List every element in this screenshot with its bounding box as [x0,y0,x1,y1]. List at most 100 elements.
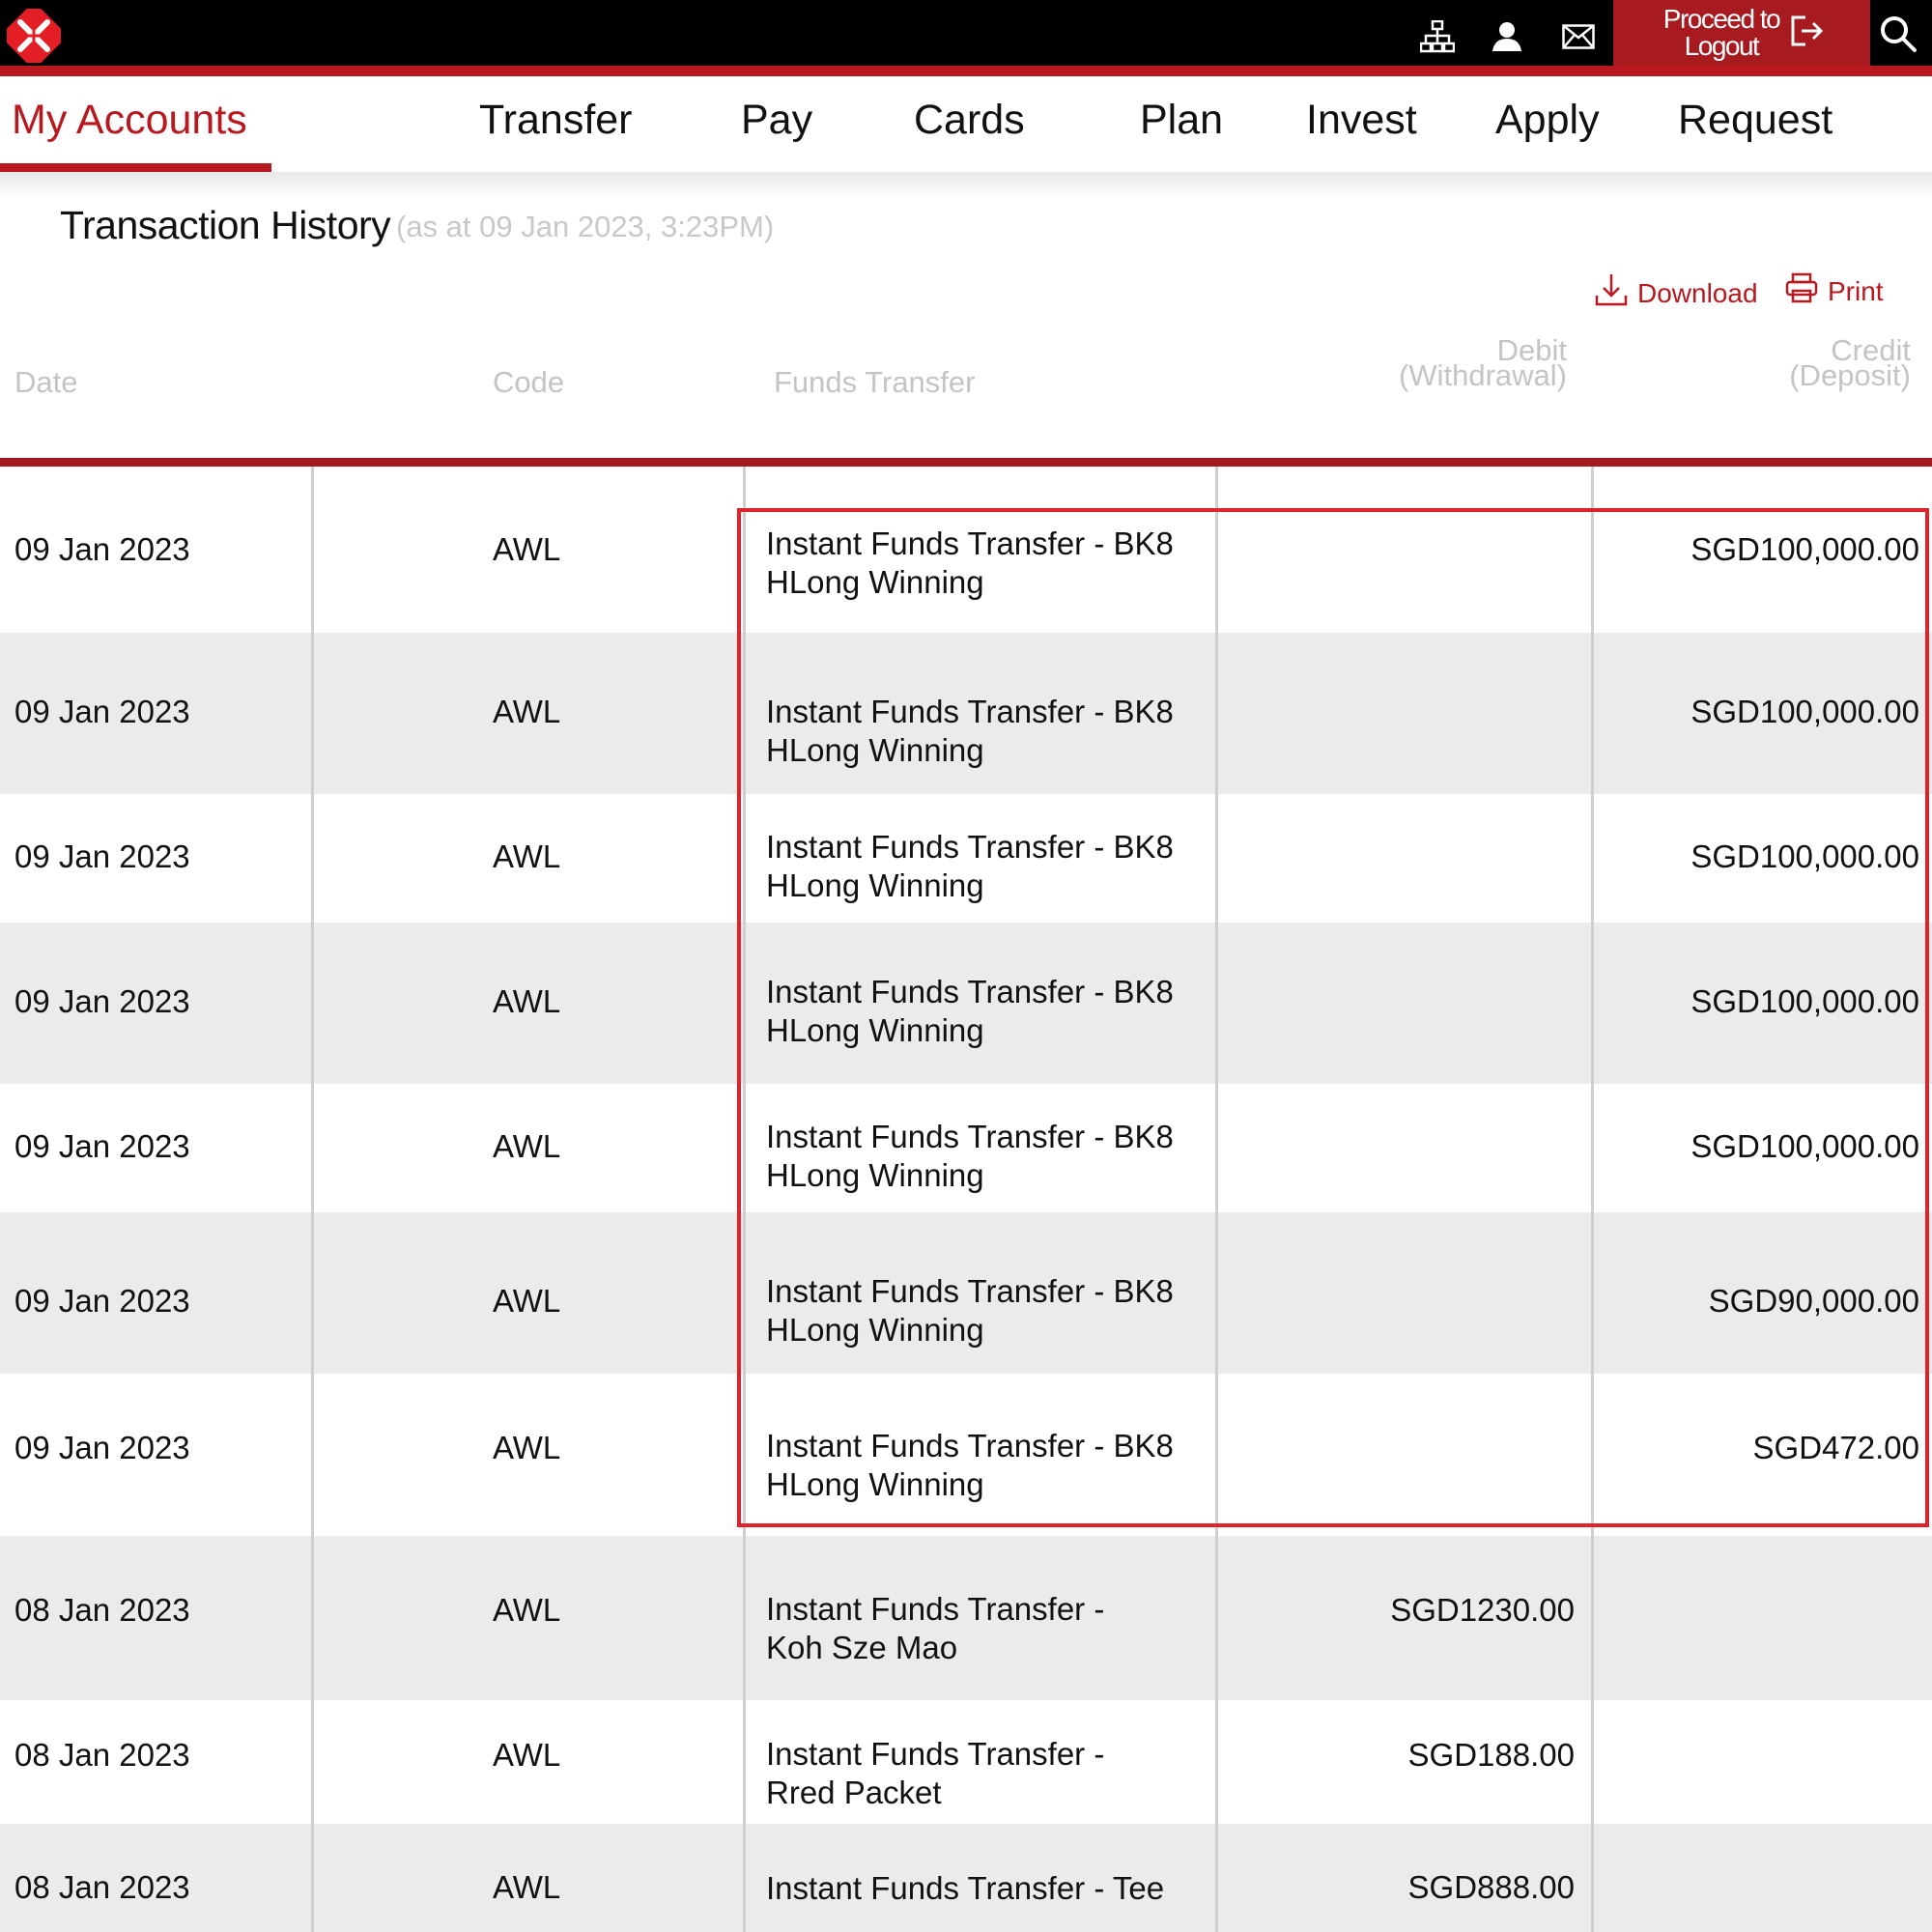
description-cell: Instant Funds Transfer - BK8 HLong Winnin… [766,1118,1174,1195]
column-divider [1215,467,1218,1932]
code-cell: AWL [493,1869,561,1905]
date-cell: 09 Jan 2023 [14,1430,190,1465]
bank-logo[interactable] [0,1,69,71]
column-divider [311,467,314,1932]
print-label: Print [1828,275,1884,306]
debit-cell: SGD188.00 [1407,1737,1575,1773]
logout-button[interactable]: Proceed to Logout [1613,0,1870,66]
debit-cell: SGD888.00 [1407,1869,1575,1905]
nav-transfer[interactable]: Transfer [479,97,633,144]
header-date[interactable]: Date [14,367,77,397]
description-cell: Instant Funds Transfer - BK8 HLong Winnin… [766,1272,1174,1350]
nav-cards[interactable]: Cards [914,97,1025,144]
date-cell: 09 Jan 2023 [14,983,190,1019]
header-credit[interactable]: Credit (Deposit) [1789,335,1911,390]
download-icon [1595,272,1628,314]
code-cell: AWL [493,1737,561,1773]
top-divider [0,66,1932,76]
description-line: HLong Winning [766,732,984,768]
credit-cell: SGD100,000.00 [1690,694,1919,729]
column-divider [1591,467,1594,1932]
description-line: Instant Funds Transfer - [766,1736,1105,1772]
debit-cell: SGD1230.00 [1390,1592,1575,1628]
description-line: Instant Funds Transfer - BK8 [766,1119,1174,1154]
code-cell: AWL [493,1592,561,1628]
nav-pay[interactable]: Pay [741,97,812,144]
nav-request[interactable]: Request [1678,97,1833,144]
page-timestamp: (as at 09 Jan 2023, 3:23PM) [396,210,775,243]
description-line: HLong Winning [766,1012,984,1048]
description-line: HLong Winning [766,1312,984,1348]
credit-cell: SGD472.00 [1752,1430,1919,1465]
date-cell: 09 Jan 2023 [14,1283,190,1319]
code-cell: AWL [493,838,561,874]
description-line: Instant Funds Transfer - BK8 [766,1428,1174,1463]
header-description[interactable]: Funds Transfer [774,367,975,397]
code-cell: AWL [493,694,561,729]
code-cell: AWL [493,1283,561,1319]
table-row[interactable]: 09 Jan 2023 AWL Instant Funds Transfer - B… [0,923,1932,1084]
description-line: Instant Funds Transfer - [766,1591,1105,1627]
nav-invest[interactable]: Invest [1306,97,1417,144]
credit-cell: SGD100,000.00 [1690,1128,1919,1164]
print-button[interactable]: Print [1785,272,1884,310]
table-row[interactable]: 09 Jan 2023 AWL Instant Funds Transfer - B… [0,794,1932,923]
search-button[interactable] [1874,12,1922,60]
date-cell: 08 Jan 2023 [14,1737,190,1773]
page-title: Transaction History [60,203,391,247]
header-code[interactable]: Code [493,367,564,397]
credit-cell: SGD100,000.00 [1690,983,1919,1019]
date-cell: 09 Jan 2023 [14,694,190,729]
description-line: Instant Funds Transfer - BK8 [766,526,1174,561]
credit-cell: SGD100,000.00 [1690,838,1919,874]
description-line: Koh Sze Mao [766,1630,958,1665]
logout-label: Proceed to Logout [1662,4,1781,61]
code-cell: AWL [493,983,561,1019]
description-cell: Instant Funds Transfer - Tee [766,1869,1164,1908]
description-line: Instant Funds Transfer - BK8 [766,974,1174,1009]
table-row[interactable]: 09 Jan 2023 AWL Instant Funds Transfer - B… [0,467,1932,633]
mail-icon[interactable] [1559,17,1598,56]
description-line: Instant Funds Transfer - BK8 [766,829,1174,865]
nav-apply[interactable]: Apply [1495,97,1600,144]
description-line: Rred Packet [766,1775,942,1810]
sitemap-icon[interactable] [1418,17,1457,56]
description-cell: Instant Funds Transfer - BK8 HLong Winnin… [766,828,1174,905]
description-cell: Instant Funds Transfer - BK8 HLong Winnin… [766,973,1174,1050]
print-icon [1785,272,1818,310]
logout-icon [1790,14,1825,52]
credit-cell: SGD90,000.00 [1708,1283,1919,1319]
table-row[interactable]: 09 Jan 2023 AWL Instant Funds Transfer - B… [0,633,1932,794]
table-row[interactable]: 08 Jan 2023 AWL Instant Funds Transfer - T… [0,1824,1932,1932]
table-row[interactable]: 08 Jan 2023 AWL Instant Funds Transfer - Rr… [0,1700,1932,1824]
description-line: Instant Funds Transfer - Tee [766,1870,1165,1906]
table-row[interactable]: 08 Jan 2023 AWL Instant Funds Transfer - Ko… [0,1536,1932,1700]
date-cell: 09 Jan 2023 [14,531,190,567]
header-divider [0,458,1932,467]
header-debit[interactable]: Debit (Withdrawal) [1399,335,1567,390]
description-line: HLong Winning [766,564,984,600]
download-button[interactable]: Download [1595,272,1758,314]
description-line: HLong Winning [766,1466,984,1502]
table-row[interactable]: 09 Jan 2023 AWL Instant Funds Transfer - B… [0,1084,1932,1212]
description-line: HLong Winning [766,867,984,903]
date-cell: 08 Jan 2023 [14,1592,190,1628]
nav-my-accounts[interactable]: My Accounts [12,97,247,144]
code-cell: AWL [493,531,561,567]
active-tab-indicator [0,163,271,172]
date-cell: 09 Jan 2023 [14,1128,190,1164]
table-row[interactable]: 09 Jan 2023 AWL Instant Funds Transfer - B… [0,1212,1932,1374]
user-icon[interactable] [1488,17,1526,56]
top-bar: Proceed to Logout [0,0,1932,71]
description-cell: Instant Funds Transfer - BK8 HLong Winnin… [766,1427,1174,1504]
description-line: Instant Funds Transfer - BK8 [766,1273,1174,1309]
credit-cell: SGD100,000.00 [1690,531,1919,567]
date-cell: 08 Jan 2023 [14,1869,190,1905]
date-cell: 09 Jan 2023 [14,838,190,874]
nav-shadow [0,172,1932,199]
search-icon [1879,14,1918,58]
description-cell: Instant Funds Transfer - Koh Sze Mao [766,1590,1104,1667]
table-row[interactable]: 09 Jan 2023 AWL Instant Funds Transfer - B… [0,1374,1932,1536]
nav-plan[interactable]: Plan [1140,97,1223,144]
description-line: HLong Winning [766,1157,984,1193]
